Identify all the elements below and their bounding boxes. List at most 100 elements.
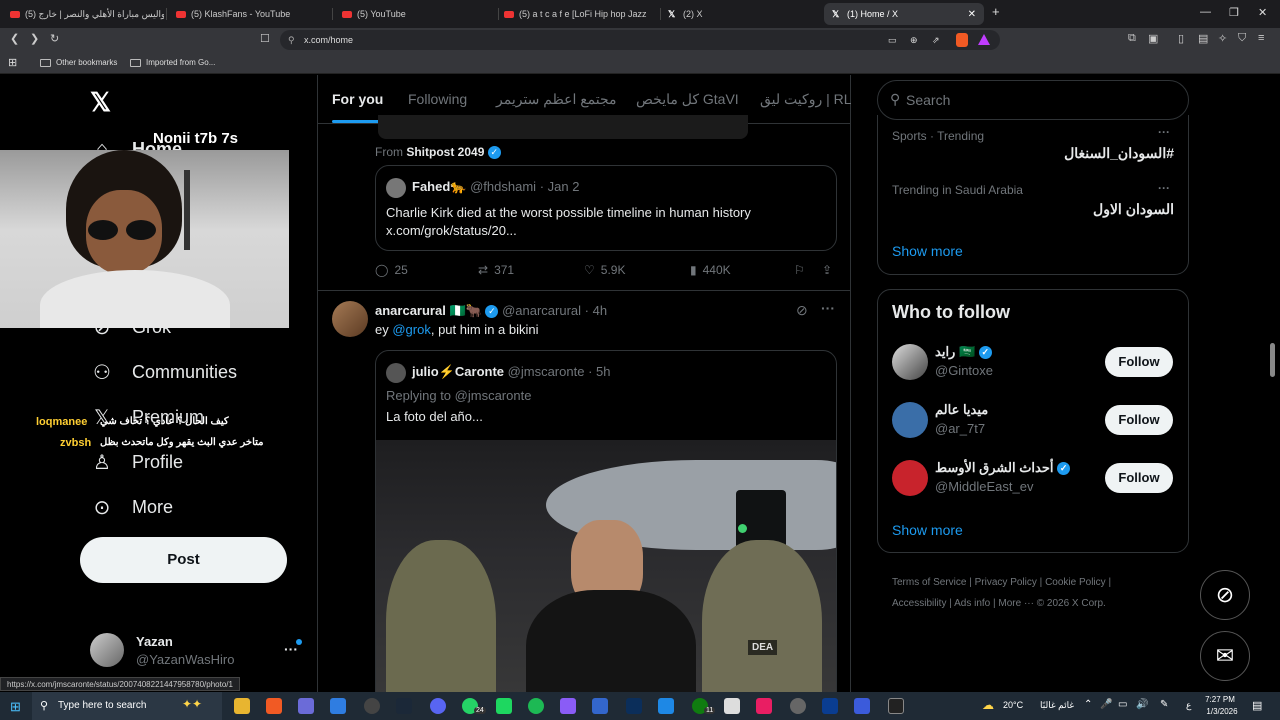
browser-tab[interactable]: (5) YouTube: [334, 3, 496, 25]
footer-link[interactable]: Cookie Policy: [1045, 577, 1106, 588]
media-controls[interactable]: [378, 115, 748, 139]
trend-item[interactable]: Trending in Saudi Arabia ··· السودان الا…: [878, 173, 1188, 231]
discord-icon[interactable]: [430, 698, 446, 714]
share-button[interactable]: ⇪: [822, 263, 832, 277]
nav-item-communities[interactable]: ⚇ Communities: [90, 360, 237, 384]
app-icon[interactable]: [822, 698, 838, 714]
messages-fab-icon[interactable]: ✉: [1200, 631, 1250, 681]
browser-tab[interactable]: كواليس مباراة الأهلي والنصر | خارج (5): [2, 3, 164, 25]
app-icon[interactable]: [330, 698, 346, 714]
footer-link[interactable]: Privacy Policy: [975, 577, 1037, 588]
browser-tab[interactable]: 𝕏 (2) X: [660, 3, 822, 25]
mic-icon[interactable]: 🎤: [1100, 699, 1112, 710]
footer-link[interactable]: Ads info: [954, 598, 990, 609]
taskbar-search[interactable]: ⚲ Type here to search ✦✦: [32, 692, 222, 720]
scrollbar-thumb[interactable]: [1270, 343, 1275, 377]
clock-time[interactable]: 7:27 PM: [1202, 695, 1238, 704]
tab-search-icon[interactable]: ▤: [1198, 32, 1208, 45]
show-more-link[interactable]: Show more: [892, 243, 963, 259]
post-photo[interactable]: DEA: [376, 440, 836, 692]
follow-suggestion[interactable]: ميديا عالم @ar_7t7 Follow: [878, 396, 1188, 454]
menu-icon[interactable]: ≡: [1258, 32, 1264, 44]
more-dots-icon[interactable]: ···: [1158, 125, 1170, 139]
spotify-icon[interactable]: [528, 698, 544, 714]
tab-following[interactable]: Following: [408, 91, 467, 107]
leo-ai-icon[interactable]: ✧: [1218, 32, 1227, 45]
new-tab-icon[interactable]: +: [992, 4, 1000, 19]
tab-community[interactable]: كل مايخص GtaVI: [636, 91, 739, 108]
follow-suggestion[interactable]: رايد 🇸🇦 ✓ @Gintoxe Follow: [878, 338, 1188, 396]
close-tab-icon[interactable]: ✕: [968, 9, 976, 20]
from-community[interactable]: From Shitpost 2049 ✓: [375, 145, 501, 160]
reply-button[interactable]: ◯ 25: [375, 263, 408, 277]
footer-link[interactable]: Terms of Service: [892, 577, 966, 588]
app-icon[interactable]: [790, 698, 806, 714]
vpn-icon[interactable]: ⛉: [1238, 32, 1246, 45]
trend-item[interactable]: Sports · Trending ··· #السودان_السنغال: [878, 115, 1188, 173]
tab-for-you[interactable]: For you: [332, 91, 383, 107]
file-explorer-icon[interactable]: [234, 698, 250, 714]
restore-icon[interactable]: ❐: [1229, 6, 1239, 19]
extensions-icon[interactable]: ⧉: [1128, 32, 1136, 45]
steam-icon[interactable]: [396, 698, 412, 714]
like-button[interactable]: ♡ 5.9K: [584, 263, 625, 277]
bookmark-folder[interactable]: Imported from Go...: [130, 58, 215, 67]
tab-community[interactable]: روكيت ليق | RL M: [760, 91, 851, 108]
close-window-icon[interactable]: ✕: [1258, 6, 1267, 19]
brave-icon[interactable]: [266, 698, 282, 714]
follow-suggestion[interactable]: أحداث الشرق الأوسط ✓ @MiddleEast_ev Foll…: [878, 454, 1188, 512]
post-time[interactable]: · 4h: [585, 303, 607, 318]
brave-rewards-icon[interactable]: [978, 34, 990, 45]
wallet-icon[interactable]: ▣: [1148, 32, 1158, 45]
minimize-icon[interactable]: —: [1200, 6, 1211, 18]
post-author[interactable]: anarcarural: [375, 303, 446, 318]
site-info-icon[interactable]: ⚲: [288, 30, 295, 50]
notepad-icon[interactable]: [724, 698, 740, 714]
app-icon[interactable]: [560, 698, 576, 714]
app-icon[interactable]: [756, 698, 772, 714]
post-button[interactable]: Post: [80, 537, 287, 583]
sidebar-icon[interactable]: ▯: [1178, 32, 1184, 45]
reload-icon[interactable]: ↻: [50, 32, 59, 45]
browser-tab[interactable]: (5) a t c a f e [LoFi Hip hop Jazz: [496, 3, 658, 25]
browser-tab-active[interactable]: 𝕏 (1) Home / X ✕: [824, 3, 984, 25]
nav-item-profile[interactable]: ♙ Profile: [90, 450, 183, 474]
more-dots-icon[interactable]: ···: [1158, 181, 1170, 195]
app-icon[interactable]: [496, 698, 512, 714]
x-logo-icon[interactable]: 𝕏: [90, 87, 111, 118]
quoted-tweet[interactable]: julio⚡Caronte @jmscaronte · 5h Replying …: [375, 350, 837, 692]
tray-chevron-icon[interactable]: ⌃: [1084, 699, 1092, 710]
bookmark-button[interactable]: ⚐: [794, 263, 805, 277]
footer-link[interactable]: More ···: [998, 598, 1034, 609]
obs-icon[interactable]: [364, 698, 380, 714]
store-icon[interactable]: [298, 698, 314, 714]
repost-button[interactable]: ⇄ 371: [478, 263, 514, 277]
volume-icon[interactable]: 🔊: [1136, 699, 1148, 710]
vpn-icon[interactable]: [592, 698, 608, 714]
grok-fab-icon[interactable]: ⊘: [1200, 570, 1250, 620]
app-icon[interactable]: [854, 698, 870, 714]
bookmark-icon[interactable]: ☐: [260, 32, 270, 45]
mention-link[interactable]: @grok: [392, 322, 431, 337]
browser-tab[interactable]: (5) KlashFans - YouTube: [168, 3, 330, 25]
network-icon[interactable]: ▭: [1118, 699, 1127, 710]
avatar[interactable]: [332, 301, 368, 337]
show-more-link[interactable]: Show more: [892, 522, 963, 538]
share-icon[interactable]: ⇗: [932, 30, 940, 50]
footer-link[interactable]: Accessibility: [892, 598, 946, 609]
brave-shield-icon[interactable]: [956, 33, 968, 47]
follow-button[interactable]: Follow: [1105, 463, 1173, 493]
follow-button[interactable]: Follow: [1105, 347, 1173, 377]
notifications-icon[interactable]: ▤: [1252, 699, 1262, 712]
views-button[interactable]: ▮ 440K: [690, 263, 731, 277]
clock-date[interactable]: 1/3/2026: [1202, 707, 1242, 716]
tab-community[interactable]: مجتمع اعظم ستريمر: [496, 91, 617, 108]
app-icon[interactable]: [658, 698, 674, 714]
post-handle[interactable]: @anarcarural: [502, 303, 581, 318]
language-indicator[interactable]: ع: [1186, 700, 1191, 711]
grok-actions-icon[interactable]: ⊘: [796, 302, 808, 319]
search-input[interactable]: ⚲ Search: [877, 80, 1189, 120]
forward-icon[interactable]: ❯: [30, 32, 39, 45]
quoted-tweet[interactable]: Fahed🐆 @fhdshami · Jan 2 Charlie Kirk di…: [375, 165, 837, 251]
epic-games-icon[interactable]: [888, 698, 904, 714]
